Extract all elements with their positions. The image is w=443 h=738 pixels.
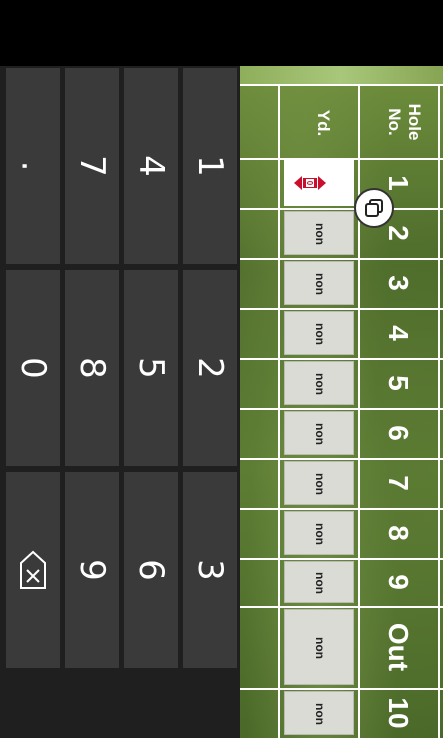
- yardage-cell[interactable]: non: [284, 211, 354, 255]
- yardage-cell[interactable]: non: [284, 261, 354, 305]
- hole-no-header: Hole No.: [385, 103, 424, 141]
- yardage-value: non: [313, 323, 327, 345]
- key-0[interactable]: 0: [6, 270, 60, 466]
- key-7[interactable]: 7: [65, 68, 119, 264]
- key-label: 9: [71, 559, 112, 581]
- hole-number: 10: [383, 697, 414, 729]
- key-3[interactable]: 3: [183, 472, 237, 668]
- key-9[interactable]: 9: [65, 472, 119, 668]
- yardage-cell[interactable]: non: [284, 311, 354, 355]
- yardage-value: non: [313, 423, 327, 445]
- column-divider: [278, 84, 280, 738]
- yardage-cell[interactable]: non: [284, 461, 354, 505]
- key-label: 8: [71, 357, 112, 379]
- copy-icon: [365, 199, 383, 217]
- key-label: .: [13, 160, 53, 172]
- yardage-cell[interactable]: non: [284, 361, 354, 405]
- yardage-value: non: [313, 523, 327, 545]
- yardage-value: non: [313, 223, 327, 245]
- key-1[interactable]: 1: [183, 68, 237, 264]
- column-divider: [358, 84, 360, 738]
- key-4[interactable]: 4: [124, 68, 178, 264]
- key-label: 4: [130, 155, 171, 177]
- key-8[interactable]: 8: [65, 270, 119, 466]
- yardage-cell[interactable]: non: [284, 561, 354, 603]
- key-decimal[interactable]: .: [6, 68, 60, 264]
- key-label: 0: [12, 357, 53, 379]
- key-label: 2: [189, 357, 230, 379]
- key-label: 3: [189, 559, 230, 581]
- key-label: 1: [189, 155, 230, 177]
- yardage-value: non: [313, 373, 327, 395]
- key-label: 7: [71, 155, 112, 177]
- yardage-cell[interactable]: non: [284, 511, 354, 555]
- hole-number: Out: [383, 622, 414, 672]
- keypad-footer: [0, 670, 240, 738]
- row-divider: [240, 84, 443, 86]
- backspace-key[interactable]: [6, 472, 60, 668]
- scorecard-top-strip: [240, 66, 443, 84]
- yd-header: Yd.: [314, 109, 333, 137]
- numeric-keypad: 147. 2580 369: [0, 66, 240, 738]
- key-6[interactable]: 6: [124, 472, 178, 668]
- spinner-icon[interactable]: 0: [292, 168, 328, 198]
- yardage-value: non: [313, 473, 327, 495]
- yardage-value: non: [313, 273, 327, 295]
- key-5[interactable]: 5: [124, 270, 178, 466]
- yardage-value: non: [313, 703, 327, 725]
- svg-text:0: 0: [305, 181, 314, 186]
- key-2[interactable]: 2: [183, 270, 237, 466]
- column-divider: [438, 84, 440, 738]
- yardage-value: non: [313, 572, 327, 594]
- key-label: 5: [130, 357, 171, 379]
- key-label: 6: [130, 559, 171, 581]
- hole-number: 9: [383, 574, 414, 590]
- yardage-cell[interactable]: non: [284, 609, 354, 685]
- copy-button[interactable]: [354, 188, 394, 228]
- backspace-icon: [20, 550, 46, 589]
- yardage-cell[interactable]: non: [284, 691, 354, 735]
- yardage-value: non: [313, 637, 327, 659]
- yardage-cell[interactable]: non: [284, 411, 354, 455]
- status-bar: [0, 0, 443, 66]
